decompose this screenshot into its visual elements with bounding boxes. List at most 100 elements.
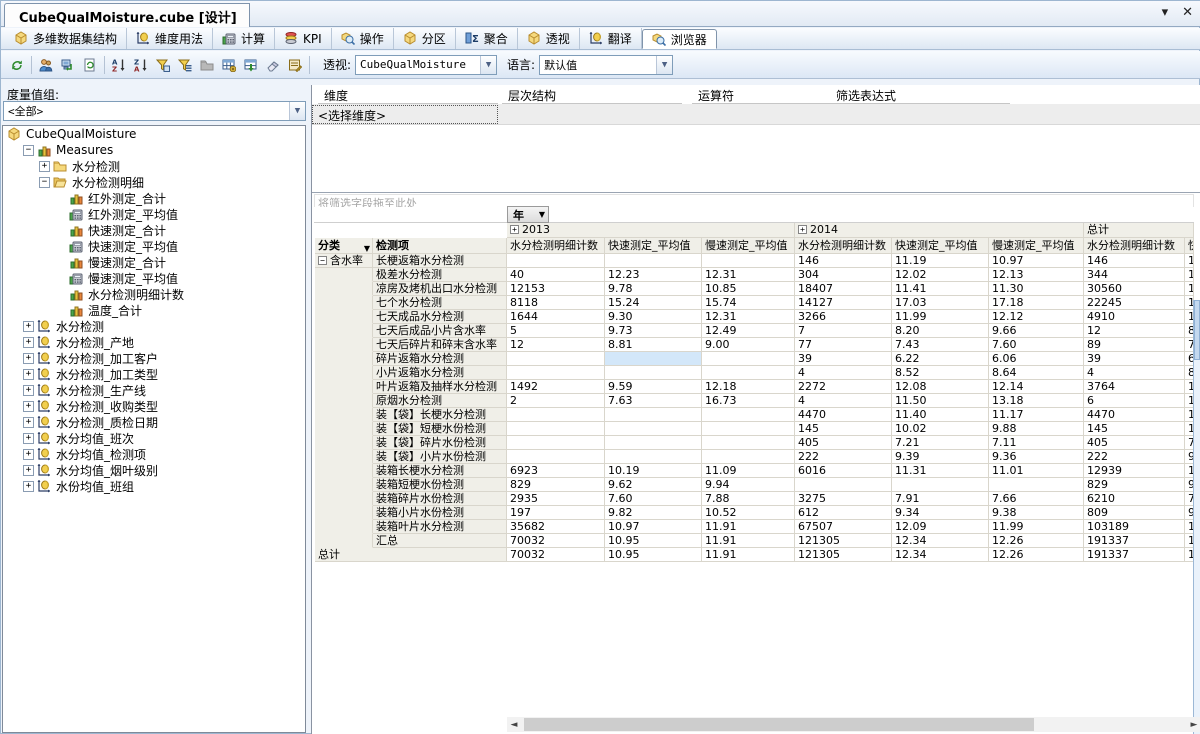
expand-icon[interactable]: + — [23, 320, 34, 332]
tree-item[interactable]: 快速测定_合计 — [3, 222, 305, 238]
data-cell[interactable]: 40 — [507, 268, 605, 282]
expand-icon[interactable]: + — [39, 160, 50, 172]
tree-item[interactable]: 水分检测明细计数 — [3, 286, 305, 302]
tree-item[interactable]: + 水分检测_加工客户 — [3, 350, 305, 366]
data-cell[interactable] — [702, 450, 795, 464]
data-cell[interactable]: 11.30 — [989, 282, 1084, 296]
tab-perspectives[interactable]: 透视 — [518, 28, 580, 49]
data-cell[interactable]: 4 — [795, 394, 892, 408]
data-cell[interactable] — [702, 366, 795, 380]
data-cell[interactable]: 12.31 — [702, 268, 795, 282]
data-cell[interactable]: 89 — [1084, 338, 1185, 352]
data-cell[interactable]: 8.20 — [892, 324, 989, 338]
data-cell[interactable]: 9.34 — [892, 506, 989, 520]
data-cell[interactable]: 12.31 — [702, 310, 795, 324]
expand-icon[interactable]: + — [23, 416, 34, 428]
data-cell[interactable] — [702, 254, 795, 268]
data-cell[interactable] — [507, 436, 605, 450]
item-label-cell[interactable]: 凉房及烤机出口水分检测 — [373, 282, 507, 296]
data-cell[interactable]: 9.94 — [702, 478, 795, 492]
data-cell[interactable]: 6 — [1084, 394, 1185, 408]
data-cell[interactable] — [605, 450, 702, 464]
data-cell[interactable]: 9.78 — [605, 282, 702, 296]
data-cell[interactable]: 3266 — [795, 310, 892, 324]
filter-dropdown-button[interactable] — [174, 54, 196, 76]
data-cell[interactable]: 8.81 — [605, 338, 702, 352]
expand-icon[interactable]: + — [23, 352, 34, 364]
item-label-cell[interactable]: 七天后碎片和碎末含水率 — [373, 338, 507, 352]
data-cell[interactable]: 809 — [1084, 506, 1185, 520]
data-cell[interactable]: 612 — [795, 506, 892, 520]
data-cell[interactable]: 12939 — [1084, 464, 1185, 478]
data-cell[interactable]: 11.99 — [892, 310, 989, 324]
data-cell[interactable]: 22245 — [1084, 296, 1185, 310]
document-tab[interactable]: CubeQualMoisture.cube [设计] — [4, 3, 250, 27]
data-cell[interactable]: 12.08 — [892, 380, 989, 394]
data-cell[interactable]: 7.66 — [989, 492, 1084, 506]
data-cell[interactable]: 222 — [795, 450, 892, 464]
data-cell[interactable]: 145 — [1084, 422, 1185, 436]
data-cell[interactable]: 9.82 — [605, 506, 702, 520]
data-cell[interactable] — [605, 422, 702, 436]
item-label-cell[interactable]: 七天成品水分检测 — [373, 310, 507, 324]
tree-item[interactable]: + 水分检测 — [3, 158, 305, 174]
data-cell[interactable] — [605, 352, 702, 366]
measure-column-header[interactable]: 快速测定_平均值 — [605, 238, 702, 254]
tree-item[interactable]: + 水分检测_收购类型 — [3, 398, 305, 414]
data-cell[interactable]: 2 — [507, 394, 605, 408]
data-cell[interactable]: 12.34 — [892, 534, 989, 548]
item-label-cell[interactable]: 装【袋】小片水份检测 — [373, 450, 507, 464]
sort-ascending-button[interactable]: AZ — [108, 54, 130, 76]
data-cell[interactable]: 12 — [1084, 324, 1185, 338]
data-cell[interactable]: 12.13 — [989, 268, 1084, 282]
expand-icon[interactable]: + — [23, 448, 34, 460]
data-cell[interactable]: 7.60 — [989, 338, 1084, 352]
data-cell[interactable]: 344 — [1084, 268, 1185, 282]
data-cell[interactable]: 1644 — [507, 310, 605, 324]
category-cell[interactable]: − 含水率 — [315, 254, 373, 268]
data-cell[interactable]: 13.18 — [989, 394, 1084, 408]
data-cell[interactable]: 7.88 — [702, 492, 795, 506]
security-context-button[interactable] — [35, 54, 57, 76]
column-group-2014[interactable]: +2014 — [795, 223, 1084, 238]
data-cell[interactable]: 17.03 — [892, 296, 989, 310]
show-empty-cells-button[interactable] — [218, 54, 240, 76]
data-cell[interactable]: 304 — [795, 268, 892, 282]
row-field-item[interactable]: 检测项 — [373, 238, 507, 254]
language-combobox[interactable]: 默认值 ▼ — [539, 54, 674, 75]
data-cell[interactable]: 9.36 — [989, 450, 1084, 464]
data-cell[interactable]: 1 — [1185, 254, 1194, 268]
data-cell[interactable]: 8.64 — [989, 366, 1084, 380]
data-cell[interactable] — [605, 254, 702, 268]
data-cell[interactable]: 7.43 — [892, 338, 989, 352]
select-dimension-cell[interactable]: <选择维度> — [312, 105, 498, 124]
data-cell[interactable]: 145 — [795, 422, 892, 436]
data-cell[interactable]: 12.09 — [892, 520, 989, 534]
data-cell[interactable]: 2935 — [507, 492, 605, 506]
tab-calculations[interactable]: 计算 — [213, 28, 276, 49]
drillthrough-button[interactable] — [240, 54, 262, 76]
vertical-scrollbar[interactable] — [1193, 300, 1200, 734]
tab-actions[interactable]: 操作 — [332, 28, 394, 49]
data-cell[interactable]: 10.19 — [605, 464, 702, 478]
horizontal-scrollbar-thumb[interactable] — [524, 718, 1034, 731]
tree-item[interactable]: 快速测定_平均值 — [3, 238, 305, 254]
data-cell[interactable]: 10.52 — [702, 506, 795, 520]
refresh-button[interactable] — [79, 54, 101, 76]
expand-icon[interactable]: + — [23, 384, 34, 396]
data-cell[interactable]: 4470 — [795, 408, 892, 422]
data-cell[interactable]: 3764 — [1084, 380, 1185, 394]
data-cell[interactable]: 77 — [795, 338, 892, 352]
tab-kpi[interactable]: KPI — [275, 28, 332, 49]
item-label-cell[interactable]: 小片返箱水分检测 — [373, 366, 507, 380]
data-cell[interactable]: 12.12 — [989, 310, 1084, 324]
data-cell[interactable]: 39 — [1084, 352, 1185, 366]
data-cell[interactable]: 9.66 — [989, 324, 1084, 338]
data-cell[interactable]: 146 — [1084, 254, 1185, 268]
tree-item[interactable]: + 水分均值_烟叶级别 — [3, 462, 305, 478]
data-cell[interactable]: 11.41 — [892, 282, 989, 296]
data-cell[interactable]: 15.74 — [702, 296, 795, 310]
tree-item[interactable]: 红外测定_平均值 — [3, 206, 305, 222]
tree-item[interactable]: + 水分检测_产地 — [3, 334, 305, 350]
data-cell[interactable]: 2272 — [795, 380, 892, 394]
